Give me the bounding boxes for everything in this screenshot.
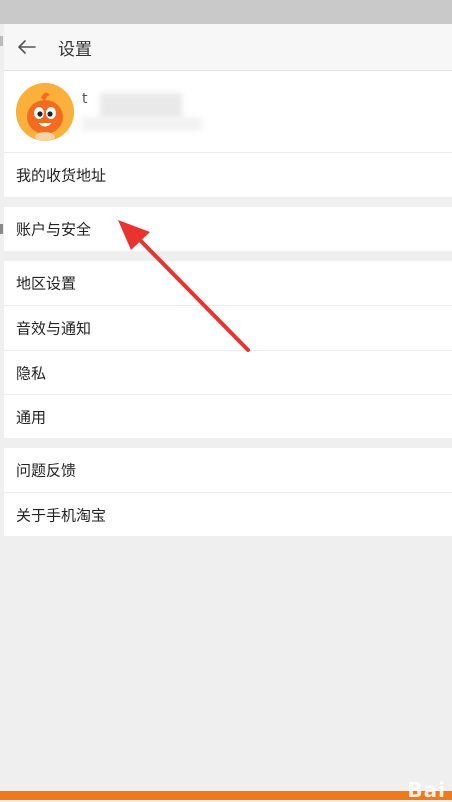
back-arrow-icon — [18, 40, 36, 54]
menu-item-sound-notify[interactable]: 音效与通知 — [4, 306, 452, 351]
menu-item-label: 音效与通知 — [16, 319, 92, 338]
avatar[interactable] — [16, 83, 74, 141]
menu-item-label: 关于手机淘宝 — [16, 506, 107, 524]
edge-mark — [0, 224, 3, 234]
profile-card[interactable]: t — [4, 71, 452, 153]
app-header: 设置 — [4, 24, 452, 71]
menu-item-address[interactable]: 我的收货地址 — [4, 153, 452, 197]
menu-item-general[interactable]: 通用 — [4, 395, 452, 438]
page-title: 设置 — [58, 39, 92, 60]
username: t — [82, 91, 88, 107]
menu-item-label: 我的收货地址 — [16, 166, 107, 185]
username-redacted — [100, 93, 182, 119]
menu-item-region[interactable]: 地区设置 — [4, 261, 452, 306]
menu-item-label: 通用 — [16, 408, 47, 426]
menu-item-feedback[interactable]: 问题反馈 — [4, 448, 452, 493]
bottom-accent-bar — [0, 791, 452, 800]
menu-item-label: 地区设置 — [16, 274, 77, 293]
menu-item-label: 问题反馈 — [16, 461, 77, 480]
menu-item-about[interactable]: 关于手机淘宝 — [4, 493, 452, 536]
back-button[interactable] — [4, 24, 50, 70]
menu-item-privacy[interactable]: 隐私 — [4, 351, 452, 395]
menu-item-label: 账户与安全 — [16, 220, 92, 239]
username-redacted-secondary — [82, 117, 202, 131]
taobao-mascot-avatar-icon — [16, 83, 74, 141]
status-bar — [0, 0, 452, 24]
menu-item-account-security[interactable]: 账户与安全 — [4, 207, 452, 251]
edge-mark — [0, 36, 3, 46]
watermark: Bai — [407, 778, 446, 802]
menu-item-label: 隐私 — [16, 364, 47, 382]
